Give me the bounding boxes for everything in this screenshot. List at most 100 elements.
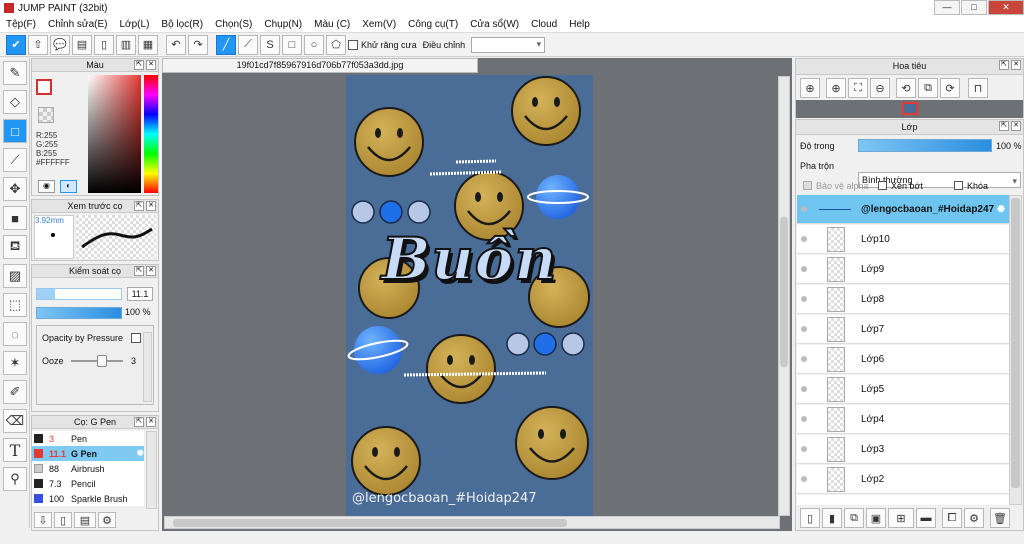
flip-icon[interactable]: ⧉ (918, 78, 938, 98)
menu-view[interactable]: Xem(V) (362, 19, 396, 30)
move-tool-icon[interactable]: ✥ (3, 177, 27, 201)
fit-window-icon[interactable]: ⛶ (848, 78, 868, 98)
duplicate-layer-icon[interactable]: ⧉ (844, 508, 864, 528)
layer-opacity-slider[interactable] (858, 139, 992, 152)
panel-close-icon[interactable]: ✕ (146, 60, 156, 70)
vertical-scroll-thumb[interactable] (780, 217, 788, 367)
layer-row[interactable]: Lớp10 (797, 225, 1009, 254)
fill-rect-tool-icon[interactable]: ■ (3, 206, 27, 230)
brush-item-pencil[interactable]: 7.3 Pencil (32, 476, 144, 491)
brush-options-scrollbar[interactable] (143, 332, 152, 402)
line-straight-icon[interactable]: ╱ (216, 34, 236, 55)
brush-menu-icon[interactable]: ▤ (74, 512, 96, 528)
canvas-horizontal-scrollbar[interactable] (164, 516, 780, 529)
foreground-color-swatch[interactable] (36, 79, 52, 95)
panel-close-icon[interactable]: ✕ (1011, 121, 1021, 131)
gear-icon[interactable]: ✹ (136, 448, 144, 459)
speech-bubble-icon[interactable]: 💬 (50, 34, 70, 55)
visibility-eye-icon[interactable] (801, 236, 807, 242)
layer-row[interactable]: @lengocbaoan_#Hoidap247 ✹ (797, 195, 1009, 224)
lock-checkbox[interactable] (954, 181, 963, 190)
panel-close-icon[interactable]: ✕ (146, 201, 156, 211)
visibility-eye-icon[interactable] (801, 356, 807, 362)
brush-item-sparkle[interactable]: 100 Sparkle Brush (32, 491, 144, 506)
color-palette-icon[interactable]: ◐ (60, 180, 77, 193)
navigator-preview[interactable] (902, 102, 918, 115)
layer-row[interactable]: Lớp9 (797, 255, 1009, 284)
hue-slider[interactable] (144, 75, 158, 193)
menu-file[interactable]: Tệp(F) (6, 19, 36, 30)
artwork[interactable]: Buồn @lengocbaoan_#Hoidap247 (346, 75, 593, 516)
lasso-select-icon[interactable]: ◌ (3, 322, 27, 346)
brush-size-slider[interactable] (36, 288, 122, 300)
panel-close-icon[interactable]: ✕ (146, 417, 156, 427)
gradient-tool-icon[interactable]: ▨ (3, 264, 27, 288)
clip-checkbox[interactable] (878, 181, 887, 190)
brush-item-g-pen[interactable]: 11.1 G Pen ✹ (32, 446, 144, 461)
ooze-slider-thumb[interactable] (97, 355, 107, 367)
magic-wand-icon[interactable]: ✶ (3, 351, 27, 375)
zoom-in-icon[interactable]: ⊕ (826, 78, 846, 98)
close-button[interactable]: ✕ (988, 0, 1024, 15)
brush-download-icon[interactable]: ⇩ (34, 512, 52, 528)
eyedropper-tool-icon[interactable]: ⚲ (3, 467, 27, 491)
menu-tools[interactable]: Công cụ(T) (408, 19, 458, 30)
visibility-eye-icon[interactable] (801, 266, 807, 272)
panel-close-icon[interactable]: ✕ (1011, 60, 1021, 70)
adjust-dropdown[interactable] (471, 36, 546, 53)
curve-icon[interactable]: S (260, 34, 280, 55)
brush-size-field[interactable]: 11.1 (127, 287, 153, 301)
redo-icon[interactable]: ↷ (188, 34, 208, 55)
minimize-button[interactable]: — (934, 0, 960, 15)
saturation-value-picker[interactable] (88, 75, 141, 193)
line-tool-icon[interactable]: ⟋ (3, 148, 27, 172)
shape-tool-icon[interactable]: □ (3, 119, 27, 143)
layer-row[interactable]: Lớp5 (797, 375, 1009, 404)
layer-row[interactable]: Lớp6 (797, 345, 1009, 374)
zoom-actual-icon[interactable]: ⊕ (800, 78, 820, 98)
layers-scrollbar[interactable] (1009, 195, 1022, 505)
brush-settings-icon[interactable]: ⚙ (98, 512, 116, 528)
page-icon[interactable]: ▯ (94, 34, 114, 55)
rect-select-icon[interactable]: ⬚ (3, 293, 27, 317)
menu-layer[interactable]: Lớp(L) (120, 19, 150, 30)
layers-scroll-thumb[interactable] (1011, 198, 1020, 488)
visibility-eye-icon[interactable] (801, 416, 807, 422)
visibility-eye-icon[interactable] (801, 446, 807, 452)
select-pen-icon[interactable]: ✐ (3, 380, 27, 404)
undo-icon[interactable]: ↶ (166, 34, 186, 55)
menu-select[interactable]: Chọn(S) (215, 19, 252, 30)
protect-alpha-checkbox[interactable] (803, 181, 812, 190)
menu-filter[interactable]: Bộ lọc(R) (161, 19, 203, 30)
text-tool-icon[interactable]: T (3, 438, 27, 462)
visibility-eye-icon[interactable] (801, 326, 807, 332)
opacity-pressure-checkbox[interactable] (131, 333, 141, 343)
rectangle-icon[interactable]: □ (282, 34, 302, 55)
menu-window[interactable]: Cửa sổ(W) (470, 19, 519, 30)
menu-help[interactable]: Help (569, 19, 590, 30)
gear-icon[interactable]: ✹ (996, 202, 1006, 216)
rotate-right-icon[interactable]: ⟳ (940, 78, 960, 98)
menu-edit[interactable]: Chỉnh sửa(E) (48, 19, 108, 30)
panel-detach-icon[interactable]: ⇱ (134, 201, 144, 211)
layer-row[interactable]: Lớp3 (797, 435, 1009, 464)
brush-item-pen[interactable]: 3 Pen (32, 431, 144, 446)
horizontal-scroll-thumb[interactable] (173, 519, 567, 527)
antialias-checkbox[interactable] (348, 39, 358, 50)
panel-detach-icon[interactable]: ⇱ (999, 60, 1009, 70)
document-tab[interactable]: 19f01cd7f85967916d706b77f053a3dd.jpg (162, 58, 478, 73)
new-layer-icon[interactable]: ▯ (800, 508, 820, 528)
merge-layer-icon[interactable]: ⧠ (942, 508, 962, 528)
polyline-icon[interactable]: ⟋ (238, 34, 258, 55)
layer-row[interactable]: Lớp7 (797, 315, 1009, 344)
brush-item-airbrush[interactable]: 88 Airbrush (32, 461, 144, 476)
color-wheel-icon[interactable]: ◉ (38, 180, 55, 193)
brush-opacity-slider[interactable] (36, 307, 122, 319)
panel-detach-icon[interactable]: ⇱ (134, 417, 144, 427)
pin-icon[interactable]: ⊓ (968, 78, 988, 98)
app-logo-icon[interactable]: ✔ (6, 34, 26, 55)
rotate-left-icon[interactable]: ⟲ (896, 78, 916, 98)
maximize-button[interactable]: □ (961, 0, 987, 15)
canvas-vertical-scrollbar[interactable] (778, 76, 790, 516)
eraser-tool-icon[interactable]: ◇ (3, 90, 27, 114)
